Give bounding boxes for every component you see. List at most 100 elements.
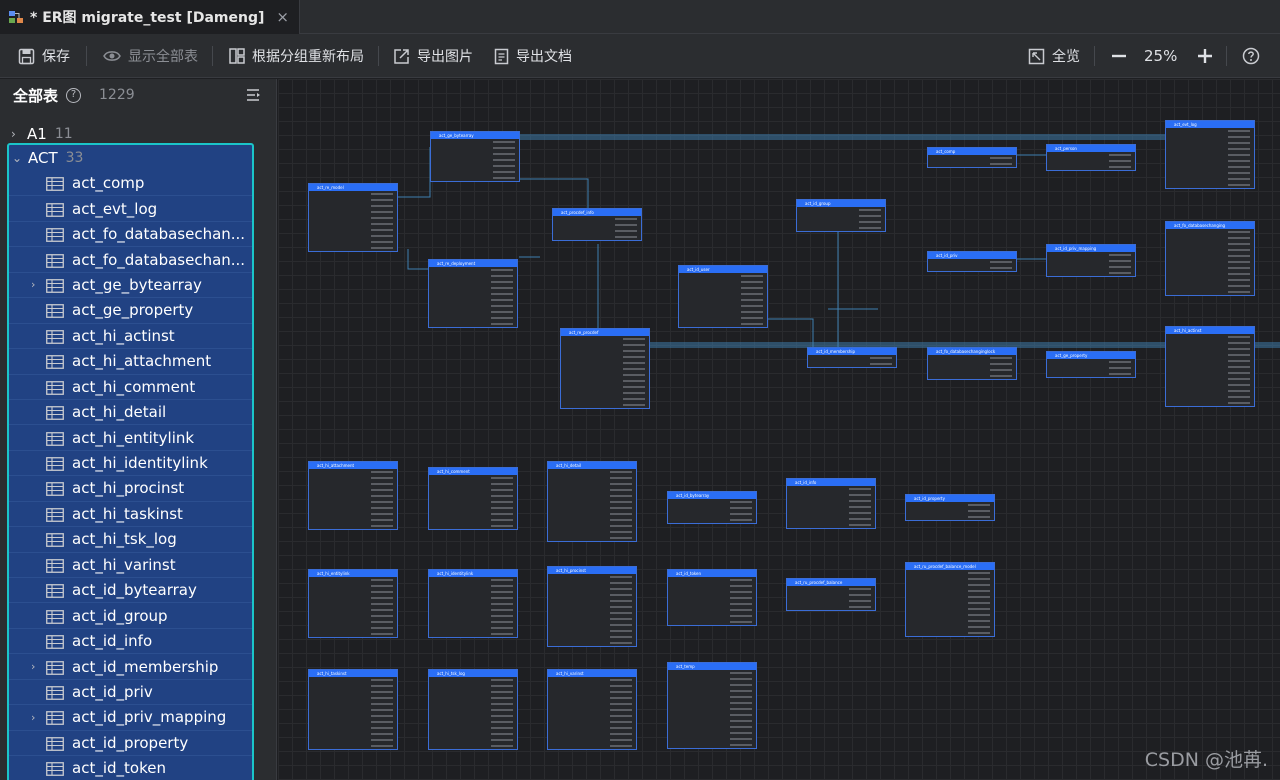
er-table-box[interactable]: act_ru_procdef_balance_model xyxy=(905,562,995,637)
sidebar-table-item[interactable]: › act_ge_bytearray xyxy=(9,273,252,299)
sidebar-table-item[interactable]: act_hi_attachment xyxy=(9,349,252,375)
er-table-box[interactable]: act_hi_taskinst xyxy=(308,669,398,750)
chevron-right-icon: › xyxy=(11,127,16,141)
sidebar-table-item[interactable]: act_id_token xyxy=(9,756,252,780)
sidebar-table-item[interactable]: act_hi_taskinst xyxy=(9,502,252,528)
relayout-button[interactable]: 根据分组重新布局 xyxy=(229,34,364,78)
er-table-box[interactable]: act_id_user xyxy=(678,265,768,328)
er-table-box[interactable]: act_fo_databasechanginglock xyxy=(927,347,1017,380)
save-icon xyxy=(18,48,35,64)
sidebar-table-item[interactable]: act_hi_procinst xyxy=(9,476,252,502)
er-table-box[interactable]: act_id_priv xyxy=(927,251,1017,272)
er-table-box[interactable]: act_hi_entitylink xyxy=(308,569,398,638)
sidebar-table-item[interactable]: act_hi_entitylink xyxy=(9,425,252,451)
close-icon[interactable]: × xyxy=(276,8,289,26)
sidebar-table-item[interactable]: act_evt_log xyxy=(9,196,252,222)
zoom-in-button[interactable] xyxy=(1196,34,1221,78)
er-table-box[interactable]: act_fo_databasechanging xyxy=(1165,221,1255,296)
er-table-box[interactable]: act_re_deployment xyxy=(428,259,518,328)
sidebar-table-item[interactable]: act_hi_comment xyxy=(9,375,252,400)
sidebar-table-item[interactable]: act_id_group xyxy=(9,603,252,629)
tab-er-diagram[interactable]: * ER图 migrate_test [Dameng] × xyxy=(0,0,300,34)
er-table-box[interactable]: act_hi_varinst xyxy=(547,669,637,750)
sidebar-table-item[interactable]: act_ge_property xyxy=(9,298,252,324)
export-image-button[interactable]: 导出图片 xyxy=(393,34,473,78)
er-table-box[interactable]: act_evt_log xyxy=(1165,120,1255,189)
group-act-selected[interactable]: ⌄ ACT 33 act_comp act_evt_log act_fo_datab… xyxy=(7,143,254,780)
er-column-row xyxy=(1047,371,1135,377)
er-table-box[interactable]: act_comp xyxy=(927,147,1017,168)
er-column-row xyxy=(668,742,756,748)
sidebar-table-item[interactable]: act_id_property xyxy=(9,731,252,757)
er-column-row xyxy=(553,234,641,240)
er-table-box[interactable]: act_hi_detail xyxy=(547,461,637,542)
er-table-title: act_fo_databasechanginglock xyxy=(928,348,1016,355)
chevron-right-icon[interactable]: › xyxy=(31,660,35,673)
sidebar-table-item[interactable]: › act_id_priv_mapping xyxy=(9,705,252,731)
er-table-box[interactable]: act_procdef_info xyxy=(552,208,642,241)
sidebar-table-item[interactable]: act_hi_varinst xyxy=(9,553,252,578)
er-table-box[interactable]: act_id_priv_mapping xyxy=(1046,244,1136,277)
sidebar-table-item[interactable]: act_comp xyxy=(9,171,252,197)
zoom-out-button[interactable] xyxy=(1110,34,1135,78)
export-doc-button[interactable]: 导出文档 xyxy=(494,34,572,78)
sidebar-table-item[interactable]: act_hi_identitylink xyxy=(9,451,252,477)
sidebar-table-item[interactable]: act_id_bytearray xyxy=(9,578,252,604)
er-table-box[interactable]: act_ge_bytearray xyxy=(430,131,520,182)
sidebar-table-item[interactable]: › act_id_membership xyxy=(9,654,252,680)
table-name: act_fo_databasechan... xyxy=(72,250,246,269)
sidebar-table-item[interactable]: act_hi_detail xyxy=(9,400,252,426)
table-name: act_evt_log xyxy=(72,199,158,218)
er-canvas[interactable]: act_ge_bytearray act_re_model act_re_deplo… xyxy=(278,79,1280,780)
collapse-list-icon[interactable] xyxy=(246,87,262,106)
er-table-box[interactable]: act_id_info xyxy=(786,478,876,529)
er-table-title: act_re_deployment xyxy=(429,260,517,267)
er-table-box[interactable]: act_re_model xyxy=(308,183,398,252)
table-name: act_id_info xyxy=(72,632,153,651)
er-table-box[interactable]: act_id_token xyxy=(667,569,757,626)
er-table-box[interactable]: act_person xyxy=(1046,144,1136,171)
er-table-box[interactable]: act_hi_tsk_log xyxy=(428,669,518,750)
er-table-box[interactable]: act_hi_comment xyxy=(428,467,518,530)
sidebar-table-item[interactable]: act_fo_databasechan... xyxy=(9,222,252,248)
er-column-row xyxy=(431,175,519,181)
er-column-row xyxy=(309,245,397,251)
save-button[interactable]: 保存 xyxy=(18,34,70,78)
er-table-title: act_hi_identitylink xyxy=(429,570,517,577)
er-table-box[interactable]: act_id_bytearray xyxy=(667,491,757,524)
sidebar-table-item[interactable]: act_fo_databasechan... xyxy=(9,247,252,273)
chevron-right-icon[interactable]: › xyxy=(31,278,35,291)
er-table-box[interactable]: act_id_property xyxy=(905,494,995,521)
help-button[interactable] xyxy=(1242,34,1267,78)
er-table-box[interactable]: act_hi_procinst xyxy=(547,566,637,647)
sidebar-table-item[interactable]: act_id_info xyxy=(9,629,252,655)
er-table-box[interactable]: act_hi_identitylink xyxy=(428,569,518,638)
minus-icon xyxy=(1112,54,1126,58)
er-table-title: act_id_bytearray xyxy=(668,492,756,499)
chevron-right-icon[interactable]: › xyxy=(31,711,35,724)
group-act[interactable]: ⌄ ACT 33 xyxy=(9,145,252,171)
table-name: act_id_bytearray xyxy=(72,581,197,600)
help-icon[interactable]: ? xyxy=(66,87,82,103)
show-all-tables-button[interactable]: 显示全部表 xyxy=(103,34,198,78)
er-table-box[interactable]: act_re_procdef xyxy=(560,328,650,409)
relayout-label: 根据分组重新布局 xyxy=(252,49,364,65)
er-table-box[interactable]: act_temp xyxy=(667,662,757,749)
toolbar-divider xyxy=(378,46,379,66)
er-table-box[interactable]: act_hi_actinst xyxy=(1165,326,1255,407)
er-table-box[interactable]: act_hi_attachment xyxy=(308,461,398,530)
sidebar-table-item[interactable]: act_hi_actinst xyxy=(9,324,252,350)
sidebar-table-item[interactable]: act_hi_tsk_log xyxy=(9,527,252,553)
table-name: act_id_property xyxy=(72,733,189,752)
er-table-box[interactable]: act_ge_property xyxy=(1046,351,1136,378)
overview-button[interactable]: 全览 xyxy=(1028,34,1080,78)
er-table-title: act_id_token xyxy=(668,570,756,577)
sidebar-table-item[interactable]: act_id_priv xyxy=(9,680,252,706)
er-table-box[interactable]: act_id_group xyxy=(796,199,886,232)
er-column-row xyxy=(429,631,517,637)
er-column-row xyxy=(906,630,994,636)
er-table-box[interactable]: act_id_membership xyxy=(807,347,897,368)
er-table-box[interactable]: act_ru_procdef_balance xyxy=(786,578,876,611)
er-column-row xyxy=(668,619,756,625)
table-icon xyxy=(46,253,64,268)
